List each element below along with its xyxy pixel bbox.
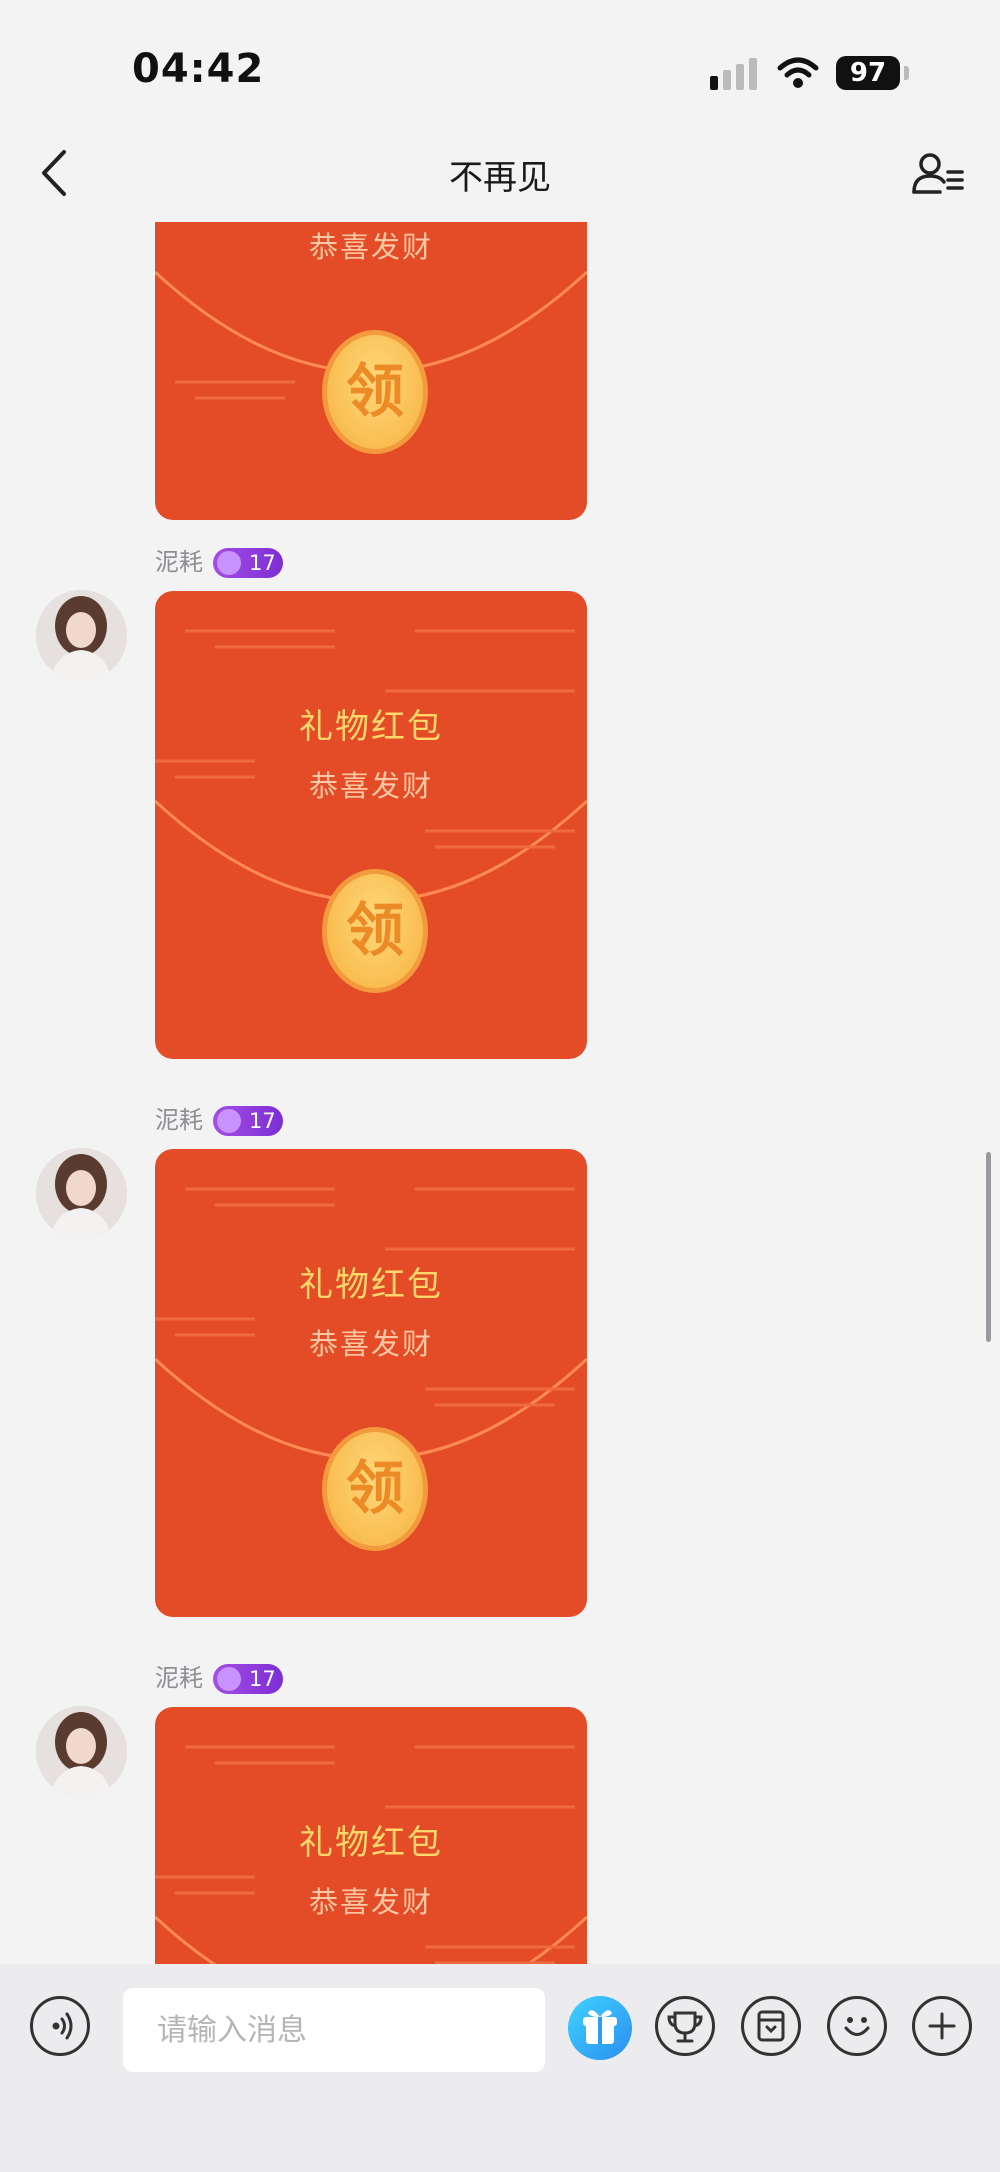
red-packet-title: 礼物红包: [299, 1265, 443, 1305]
red-packet-card[interactable]: 礼物红包 恭喜发财 领: [155, 1149, 587, 1617]
status-time: 04:42: [132, 46, 265, 92]
voice-icon: [52, 2012, 73, 2040]
level-star-icon: [217, 1109, 241, 1133]
battery-tip: [904, 66, 909, 80]
emoji-icon: [844, 2017, 870, 2036]
trophy-button[interactable]: [655, 1996, 715, 2056]
claim-button[interactable]: 领: [322, 1427, 428, 1551]
sender-name: 泥耗: [155, 548, 203, 576]
profile-menu-icon[interactable]: [910, 150, 966, 196]
sender-name: 泥耗: [155, 1106, 203, 1134]
gift-button[interactable]: [568, 1996, 632, 2060]
avatar-image: [36, 590, 127, 681]
red-packet-card[interactable]: 礼物红包 恭喜发财 领: [155, 591, 587, 1059]
trophy-icon: [667, 2011, 703, 2043]
level-badge: 17: [213, 548, 283, 578]
level-star-icon: [217, 551, 241, 575]
cellular-signal-icon: [710, 58, 757, 90]
avatar[interactable]: [36, 1706, 127, 1797]
avatar-image: [36, 1148, 127, 1239]
avatar-image: [36, 1706, 127, 1797]
avatar[interactable]: [36, 590, 127, 681]
red-packet-title: 礼物红包: [299, 707, 443, 747]
avatar[interactable]: [36, 1148, 127, 1239]
plus-icon: [928, 2012, 956, 2040]
calendar-icon: [757, 2010, 785, 2042]
red-packet-subtitle: 恭喜发财: [308, 1885, 433, 1919]
scrollbar[interactable]: [986, 1152, 991, 1342]
wifi-icon: [777, 57, 819, 88]
level-badge: 17: [213, 1106, 283, 1136]
level-badge: 17: [213, 1664, 283, 1694]
red-packet-card[interactable]: 礼物红包 恭喜发财 领: [155, 1707, 587, 1964]
red-packet-card[interactable]: 恭喜发财 领: [155, 222, 587, 520]
red-packet-subtitle: 恭喜发财: [308, 1327, 433, 1361]
page-title: 不再见: [449, 158, 551, 198]
calendar-button[interactable]: [741, 1996, 801, 2056]
red-packet-title: 礼物红包: [299, 1823, 443, 1863]
message-input[interactable]: [123, 1988, 545, 2072]
chat-area[interactable]: 恭喜发财 领 泥耗 17 礼物红包 恭喜发财 领 泥耗 17 礼物红包 恭喜发财…: [0, 222, 1000, 1964]
voice-button[interactable]: [30, 1996, 90, 2056]
status-bar: 04:42 97: [0, 0, 1000, 120]
emoji-button[interactable]: [827, 1996, 887, 2056]
plus-button[interactable]: [912, 1996, 972, 2056]
battery-indicator: 97: [836, 56, 900, 90]
red-packet-subtitle: 恭喜发财: [308, 230, 433, 264]
gift-icon: [583, 2010, 617, 2044]
red-packet-subtitle: 恭喜发财: [308, 769, 433, 803]
claim-button[interactable]: 领: [322, 869, 428, 993]
claim-button[interactable]: 领: [322, 330, 428, 454]
level-star-icon: [217, 1667, 241, 1691]
sender-name: 泥耗: [155, 1664, 203, 1692]
